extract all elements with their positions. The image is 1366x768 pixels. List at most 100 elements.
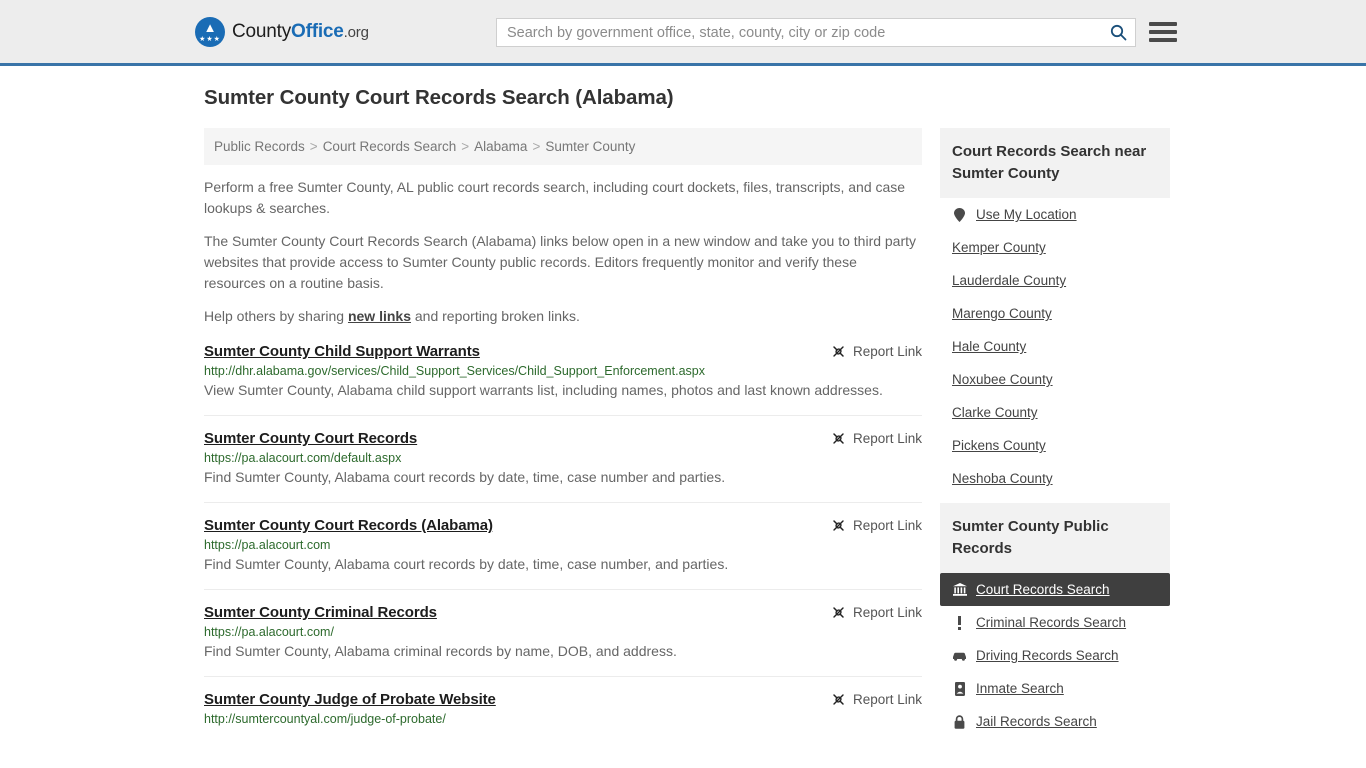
report-link-label: Report Link — [852, 431, 922, 446]
nearby-item-label[interactable]: Marengo County — [952, 306, 1052, 321]
hamburger-menu-icon[interactable] — [1149, 19, 1177, 45]
nearby-item-noxubee-county[interactable]: Noxubee County — [940, 363, 1170, 396]
public-records-list: Court Records Search Criminal Records Sea… — [940, 573, 1170, 738]
eagle-seal-icon: ▲ ★★★ — [195, 16, 225, 47]
broken-link-icon — [833, 694, 844, 705]
content-row: Public Records > Court Records Search > Alab… — [204, 128, 1366, 756]
logo-accent: Office — [291, 20, 344, 42]
search-bar[interactable] — [496, 18, 1136, 47]
report-link-button[interactable]: Report Link — [831, 343, 922, 359]
nearby-item-pickens-county[interactable]: Pickens County — [940, 429, 1170, 462]
lock-icon — [952, 714, 967, 729]
search-icon — [1110, 24, 1126, 41]
result-url: http://sumtercountyal.com/judge-of-proba… — [204, 712, 446, 726]
id-card-icon — [952, 681, 967, 696]
nearby-item-use-my-location[interactable]: Use My Location — [940, 198, 1170, 231]
records-item-label[interactable]: Court Records Search — [976, 582, 1110, 597]
intro-p3-after: and reporting broken links. — [411, 308, 580, 324]
site-logo[interactable]: ▲ ★★★ CountyOffice.org — [195, 16, 369, 47]
exclamation-icon — [952, 615, 967, 630]
result-description: View Sumter County, Alabama child suppor… — [204, 382, 883, 398]
broken-link-icon — [833, 433, 844, 444]
nearby-item-label[interactable]: Clarke County — [952, 405, 1038, 420]
result-url: http://dhr.alabama.gov/services/Child_Su… — [204, 364, 705, 378]
result-header: Sumter County Court Records Report Link — [204, 430, 922, 447]
nearby-item-label[interactable]: Noxubee County — [952, 372, 1053, 387]
nearby-item-label[interactable]: Use My Location — [976, 207, 1077, 222]
sidebar: Court Records Search near Sumter County … — [940, 128, 1170, 756]
records-item-label[interactable]: Jail Records Search — [976, 714, 1097, 729]
records-item-criminal-records-search[interactable]: Criminal Records Search — [940, 606, 1170, 639]
result-title-link[interactable]: Sumter County Court Records (Alabama) — [204, 517, 493, 534]
nearby-item-label[interactable]: Hale County — [952, 339, 1026, 354]
result-header: Sumter County Judge of Probate Website Re… — [204, 691, 922, 708]
nearby-item-label[interactable]: Lauderdale County — [952, 273, 1066, 288]
logo-suffix: .org — [343, 23, 369, 41]
public-records-section: Sumter County Public Records Court Recor… — [940, 503, 1170, 738]
intro-paragraph-2: The Sumter County Court Records Search (… — [204, 233, 917, 291]
result-item: Sumter County Court Records Report Link ht… — [204, 430, 922, 503]
menu-bar-2 — [1149, 30, 1177, 34]
result-header: Sumter County Court Records (Alabama) Rep… — [204, 517, 922, 534]
result-item: Sumter County Judge of Probate Website Re… — [204, 691, 922, 742]
nearby-item-kemper-county[interactable]: Kemper County — [940, 231, 1170, 264]
nearby-item-lauderdale-county[interactable]: Lauderdale County — [940, 264, 1170, 297]
breadcrumb-item-3[interactable]: Sumter County — [545, 139, 635, 154]
result-title-link[interactable]: Sumter County Child Support Warrants — [204, 343, 480, 360]
records-item-driving-records-search[interactable]: Driving Records Search — [940, 639, 1170, 672]
nearby-item-neshoba-county[interactable]: Neshoba County — [940, 462, 1170, 495]
nearby-section: Court Records Search near Sumter County … — [940, 128, 1170, 495]
result-description: Find Sumter County, Alabama court record… — [204, 469, 726, 485]
main-column: Public Records > Court Records Search > Alab… — [204, 128, 922, 756]
result-url: https://pa.alacourt.com/default.aspx — [204, 451, 402, 465]
menu-bar-3 — [1149, 38, 1177, 42]
nearby-heading: Court Records Search near Sumter County — [940, 128, 1170, 198]
result-title-link[interactable]: Sumter County Criminal Records — [204, 604, 437, 621]
broken-link-icon — [833, 520, 844, 531]
records-item-court-records-search[interactable]: Court Records Search — [940, 573, 1170, 606]
new-links-link[interactable]: new links — [348, 308, 411, 324]
nearby-item-hale-county[interactable]: Hale County — [940, 330, 1170, 363]
records-item-jail-records-search[interactable]: Jail Records Search — [940, 705, 1170, 738]
result-item: Sumter County Child Support Warrants Repo… — [204, 343, 922, 416]
result-description: Find Sumter County, Alabama court record… — [204, 556, 729, 572]
records-item-label[interactable]: Criminal Records Search — [976, 615, 1126, 630]
report-link-label: Report Link — [852, 344, 922, 359]
result-title-link[interactable]: Sumter County Judge of Probate Website — [204, 691, 496, 708]
search-input[interactable] — [497, 19, 1101, 46]
result-item: Sumter County Criminal Records Report Lin… — [204, 604, 922, 677]
nearby-item-label[interactable]: Pickens County — [952, 438, 1046, 453]
intro-paragraph-1: Perform a free Sumter County, AL public … — [204, 179, 906, 216]
records-item-inmate-search[interactable]: Inmate Search — [940, 672, 1170, 705]
breadcrumb-separator: > — [461, 139, 470, 154]
nearby-item-clarke-county[interactable]: Clarke County — [940, 396, 1170, 429]
nearby-item-marengo-county[interactable]: Marengo County — [940, 297, 1170, 330]
map-pin-icon — [952, 207, 967, 222]
result-url: https://pa.alacourt.com/ — [204, 625, 334, 639]
result-header: Sumter County Child Support Warrants Repo… — [204, 343, 922, 360]
logo-prefix: County — [232, 20, 292, 42]
results-list: Sumter County Child Support Warrants Repo… — [204, 343, 922, 742]
breadcrumb-separator: > — [309, 139, 318, 154]
breadcrumb: Public Records > Court Records Search > Alab… — [204, 128, 922, 165]
report-link-button[interactable]: Report Link — [831, 604, 922, 620]
breadcrumb-separator: > — [532, 139, 541, 154]
nearby-item-label[interactable]: Kemper County — [952, 240, 1046, 255]
broken-link-icon — [833, 346, 844, 357]
courthouse-icon — [952, 583, 967, 596]
report-link-button[interactable]: Report Link — [831, 430, 922, 446]
menu-bar-1 — [1149, 22, 1177, 26]
result-title-link[interactable]: Sumter County Court Records — [204, 430, 417, 447]
nearby-item-label[interactable]: Neshoba County — [952, 471, 1053, 486]
records-item-label[interactable]: Driving Records Search — [976, 648, 1119, 663]
result-header: Sumter County Criminal Records Report Lin… — [204, 604, 922, 621]
breadcrumb-item-2[interactable]: Alabama — [474, 139, 527, 154]
breadcrumb-item-0[interactable]: Public Records — [214, 139, 305, 154]
report-link-button[interactable]: Report Link — [831, 517, 922, 533]
report-link-button[interactable]: Report Link — [831, 691, 922, 707]
records-item-label[interactable]: Inmate Search — [976, 681, 1064, 696]
intro-p3-before: Help others by sharing — [204, 308, 348, 324]
nearby-list: Use My Location Kemper County Lauderdale C… — [940, 198, 1170, 495]
breadcrumb-item-1[interactable]: Court Records Search — [323, 139, 457, 154]
search-button[interactable] — [1101, 19, 1135, 46]
